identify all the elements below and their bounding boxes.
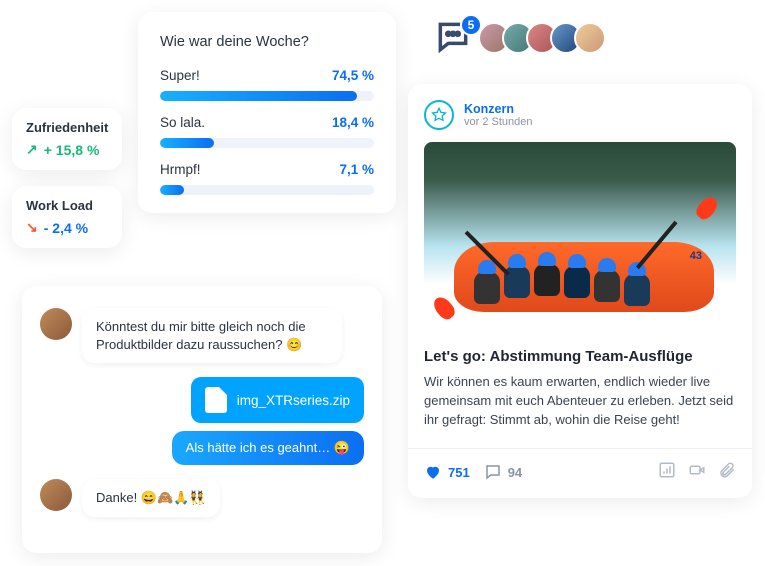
kpi-workload-number: - 2,4 % bbox=[44, 220, 88, 236]
post-footer: 751 94 bbox=[408, 448, 752, 484]
poll-bar-fill bbox=[160, 185, 184, 195]
chat-bubble-in: Danke! 😄🙈🙏👯 bbox=[82, 479, 220, 517]
poll-option[interactable]: Hrmpf! 7,1 % bbox=[160, 162, 374, 195]
post-time: vor 2 Stunden bbox=[464, 116, 533, 128]
kpi-workload-label: Work Load bbox=[26, 198, 108, 213]
arrow-down-icon: ↘ bbox=[26, 219, 38, 236]
post-image[interactable]: 43 bbox=[424, 142, 736, 332]
arrow-up-icon: ↗ bbox=[26, 141, 38, 158]
heart-icon bbox=[424, 463, 442, 481]
comment-count: 94 bbox=[508, 465, 522, 480]
file-name: img_XTRseries.zip bbox=[237, 393, 350, 408]
poll-option-label: Super! bbox=[160, 68, 200, 83]
poll-title: Wie war deine Woche? bbox=[160, 34, 374, 50]
chat-message-out: img_XTRseries.zip Als hätte ich es geahn… bbox=[40, 377, 364, 465]
kpi-satisfaction-number: + 15,8 % bbox=[44, 142, 100, 158]
kpi-satisfaction-label: Zufriedenheit bbox=[26, 120, 108, 135]
poll-card: Wie war deine Woche? Super! 74,5 % So la… bbox=[138, 12, 396, 213]
chat-bubble-icon[interactable]: 5 bbox=[432, 18, 480, 58]
chat-bubble-in: Könntest du mir bitte gleich noch die Pr… bbox=[82, 308, 342, 363]
poll-icon[interactable] bbox=[658, 461, 676, 484]
poll-option-pct: 7,1 % bbox=[339, 162, 374, 177]
poll-option-pct: 18,4 % bbox=[332, 115, 374, 130]
kpi-satisfaction-card: Zufriedenheit ↗ + 15,8 % bbox=[12, 108, 122, 170]
chat-card: Könntest du mir bitte gleich noch die Pr… bbox=[22, 286, 382, 553]
chat-message-in: Könntest du mir bitte gleich noch die Pr… bbox=[40, 308, 364, 363]
post-title: Let's go: Abstimmung Team-Ausflüge bbox=[408, 332, 752, 373]
comment-button[interactable]: 94 bbox=[484, 463, 522, 481]
avatar[interactable] bbox=[574, 22, 606, 54]
post-body: Wir können es kaum erwarten, endlich wie… bbox=[408, 373, 752, 444]
like-button[interactable]: 751 bbox=[424, 463, 470, 481]
post-header: Konzern vor 2 Stunden bbox=[408, 100, 752, 142]
poll-option[interactable]: Super! 74,5 % bbox=[160, 68, 374, 101]
poll-bar-fill bbox=[160, 91, 357, 101]
chat-badge: 5 bbox=[460, 14, 482, 36]
reactions-bar: 5 bbox=[432, 18, 606, 58]
poll-bar-bg bbox=[160, 91, 374, 101]
poll-bar-fill bbox=[160, 138, 214, 148]
poll-option-label: Hrmpf! bbox=[160, 162, 201, 177]
video-icon[interactable] bbox=[688, 461, 706, 484]
raft-number: 43 bbox=[690, 250, 702, 262]
kpi-workload-value: ↘ - 2,4 % bbox=[26, 219, 108, 236]
chat-bubble-out: Als hätte ich es geahnt… 😜 bbox=[172, 431, 364, 465]
comment-icon bbox=[484, 463, 502, 481]
poll-bar-bg bbox=[160, 138, 374, 148]
poll-bar-bg bbox=[160, 185, 374, 195]
attachment-icon[interactable] bbox=[718, 461, 736, 484]
chat-message-in: Danke! 😄🙈🙏👯 bbox=[40, 479, 364, 517]
star-badge-icon bbox=[424, 100, 454, 130]
kpi-satisfaction-value: ↗ + 15,8 % bbox=[26, 141, 108, 158]
avatar[interactable] bbox=[40, 308, 72, 340]
poll-option[interactable]: So lala. 18,4 % bbox=[160, 115, 374, 148]
file-attachment[interactable]: img_XTRseries.zip bbox=[191, 377, 364, 423]
poll-option-pct: 74,5 % bbox=[332, 68, 374, 83]
post-card: Konzern vor 2 Stunden 43 Let's go: Absti… bbox=[408, 84, 752, 498]
file-icon bbox=[205, 387, 227, 413]
avatar[interactable] bbox=[40, 479, 72, 511]
post-author[interactable]: Konzern bbox=[464, 102, 533, 116]
poll-option-label: So lala. bbox=[160, 115, 205, 130]
kpi-workload-card: Work Load ↘ - 2,4 % bbox=[12, 186, 122, 248]
like-count: 751 bbox=[448, 465, 470, 480]
